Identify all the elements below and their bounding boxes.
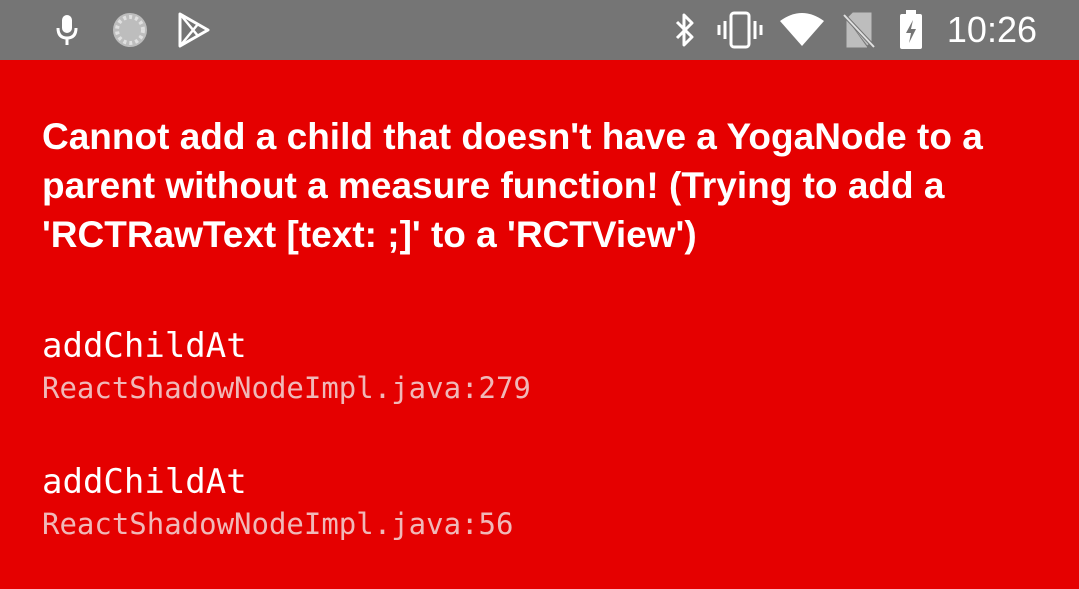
loading-spinner-icon xyxy=(110,10,150,50)
stack-frame-location: ReactShadowNodeImpl.java:56 xyxy=(42,507,514,541)
stack-frame-method: addChildAt xyxy=(42,462,247,502)
status-bar-clock: 10:26 xyxy=(946,9,1037,50)
microphone-icon xyxy=(52,10,82,50)
stack-frame[interactable]: addChildAt ReactShadowNodeImpl.java:279 xyxy=(42,324,531,408)
status-bar: 10:26 xyxy=(0,0,1079,60)
stack-frame[interactable]: addChildAt ReactShadowNodeImpl.java:56 xyxy=(42,460,513,544)
stack-frame-location: ReactShadowNodeImpl.java:279 xyxy=(42,371,531,405)
bluetooth-icon xyxy=(670,10,700,50)
wifi-icon xyxy=(778,10,826,50)
play-store-icon xyxy=(176,10,212,50)
battery-charging-icon xyxy=(896,10,926,50)
stack-frame-method: addChildAt xyxy=(42,326,247,366)
vibrate-icon xyxy=(716,10,764,50)
no-sim-icon xyxy=(842,10,876,50)
redbox-error-screen[interactable]: Cannot add a child that doesn't have a Y… xyxy=(0,60,1079,589)
error-message: Cannot add a child that doesn't have a Y… xyxy=(42,116,983,255)
